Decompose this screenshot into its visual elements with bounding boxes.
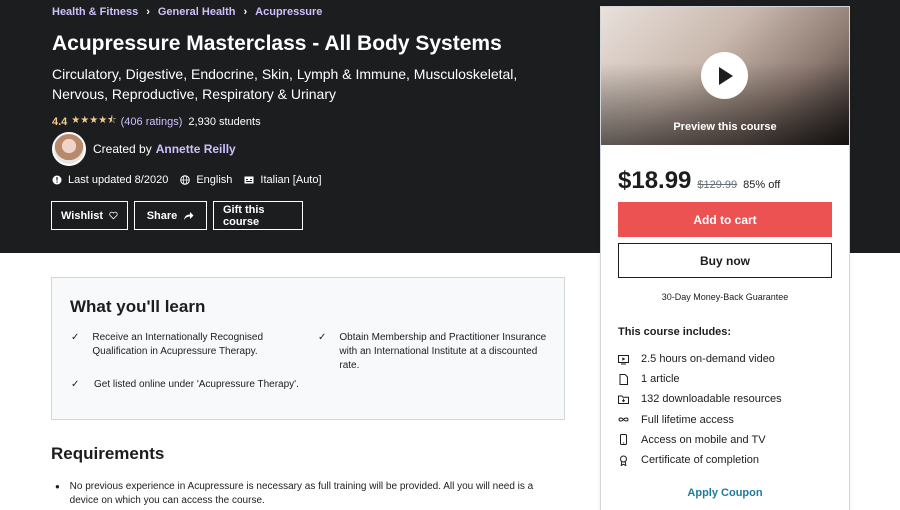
check-icon: ✓ [71, 379, 80, 390]
apply-coupon-link[interactable]: Apply Coupon [601, 487, 849, 499]
bullet-icon: ● [55, 482, 60, 491]
includes-title: This course includes: [618, 326, 732, 338]
purchase-sidebar: Preview this course $18.99 $129.99 85% o… [600, 6, 850, 510]
language: English [180, 174, 232, 186]
last-updated-text: Last updated 8/2020 [68, 174, 169, 186]
last-updated: Last updated 8/2020 [52, 174, 168, 186]
list-item: 2.5 hours on-demand video [618, 349, 782, 369]
include-text: 2.5 hours on-demand video [641, 353, 775, 366]
alert-badge-icon [52, 175, 62, 185]
course-subtitle: Circulatory, Digestive, Endocrine, Skin,… [52, 66, 518, 102]
breadcrumb: Health & Fitness › General Health › Acup… [52, 6, 322, 18]
list-item: ✓ Receive an Internationally Recognised … [71, 331, 301, 359]
gift-course-button[interactable]: Gift this course [213, 201, 303, 230]
closed-captions-icon [244, 176, 254, 184]
include-text: Access on mobile and TV [641, 433, 766, 446]
ratings-count-link[interactable]: (406 ratings) [121, 116, 183, 128]
requirements-title: Requirements [51, 444, 165, 463]
certificate-icon [620, 455, 627, 466]
language-text: English [196, 174, 233, 186]
include-text: 132 downloadable resources [641, 393, 782, 406]
list-item: 132 downloadable resources [618, 389, 782, 409]
students-count: 2,930 students [188, 115, 261, 128]
star-rating-icon: ★★★★⯪ [71, 115, 117, 126]
creator-link[interactable]: Annette Reilly [156, 142, 236, 156]
heart-icon [109, 211, 118, 220]
created-by-label: Created by [93, 142, 152, 156]
course-actions: Wishlist Share Gift this course [51, 201, 309, 230]
check-icon: ✓ [318, 332, 327, 343]
list-item: ● No previous experience in Acupressure … [55, 480, 555, 508]
buy-now-button[interactable]: Buy now [618, 243, 832, 278]
learn-title: What you'll learn [70, 297, 206, 316]
learn-item-text: Get listed online under 'Acupressure The… [94, 379, 299, 390]
play-icon [718, 66, 733, 85]
gift-label: Gift this course [223, 203, 265, 228]
globe-icon [180, 175, 191, 185]
play-button[interactable] [701, 52, 748, 99]
video-icon [618, 354, 629, 365]
include-text: Certificate of completion [641, 454, 759, 467]
requirement-text: No previous experience in Acupressure is… [69, 481, 534, 506]
list-item: ✓ Obtain Membership and Practitioner Ins… [318, 331, 548, 373]
includes-list: 2.5 hours on-demand video 1 article 132 … [618, 349, 782, 470]
price-original: $129.99 [697, 179, 738, 191]
what-you-will-learn: What you'll learn ✓ Receive an Internati… [51, 277, 565, 420]
chevron-right-icon: › [146, 6, 150, 18]
folder-icon [618, 395, 629, 404]
mobile-icon [620, 434, 627, 446]
breadcrumb-health-fitness[interactable]: Health & Fitness [52, 6, 138, 18]
rating-score: 4.4 [52, 115, 68, 128]
list-item: 1 article [618, 369, 782, 389]
article-icon [619, 373, 628, 385]
list-item: Access on mobile and TV [618, 430, 782, 450]
avatar[interactable] [52, 132, 86, 166]
creator-row: Created by Annette Reilly [52, 132, 236, 166]
check-icon: ✓ [71, 332, 80, 343]
page-title: Acupressure Masterclass - All Body Syste… [52, 32, 502, 55]
captions: Italian [Auto] [244, 174, 322, 186]
course-meta: Last updated 8/2020 English Italian [Aut… [52, 174, 334, 186]
breadcrumb-acupressure[interactable]: Acupressure [255, 6, 322, 18]
list-item: Full lifetime access [618, 410, 782, 430]
breadcrumb-general-health[interactable]: General Health [158, 6, 236, 18]
add-to-cart-button[interactable]: Add to cart [618, 202, 832, 237]
money-back-guarantee: 30-Day Money-Back Guarantee [661, 292, 789, 302]
preview-label: Preview this course [673, 121, 777, 133]
include-text: Full lifetime access [641, 413, 734, 426]
rating-summary: 4.4 ★★★★⯪ (406 ratings) 2,930 students [52, 113, 261, 130]
price-row: $18.99 $129.99 85% off [618, 167, 780, 195]
price-current: $18.99 [618, 167, 692, 194]
captions-text: Italian [Auto] [260, 174, 322, 186]
learn-item-text: Obtain Membership and Practitioner Insur… [339, 332, 547, 371]
discount-percent: 85% off [743, 179, 781, 191]
infinity-icon [618, 417, 629, 422]
wishlist-label: Wishlist [61, 209, 104, 222]
wishlist-button[interactable]: Wishlist [51, 201, 128, 230]
learn-item-text: Receive an Internationally Recognised Qu… [92, 332, 264, 357]
list-item: ✓ Get listed online under 'Acupressure T… [71, 378, 301, 392]
include-text: 1 article [641, 373, 680, 386]
share-label: Share [146, 209, 178, 222]
share-button[interactable]: Share [134, 201, 207, 230]
share-arrow-icon [184, 211, 194, 220]
chevron-right-icon: › [243, 6, 248, 18]
list-item: Certificate of completion [618, 450, 782, 470]
course-preview[interactable]: Preview this course [601, 7, 849, 145]
